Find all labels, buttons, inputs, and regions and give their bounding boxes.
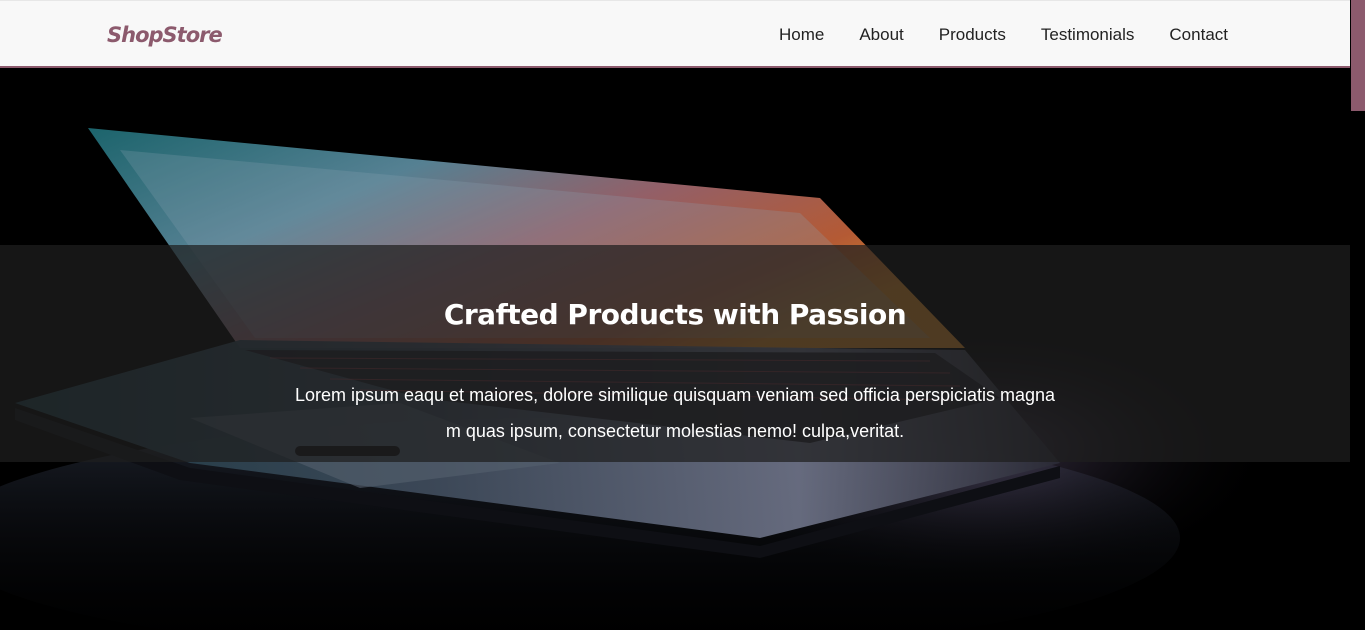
brand-logo[interactable]: ShopStore — [107, 23, 223, 47]
nav-item-home[interactable]: Home — [779, 25, 824, 45]
nav-item-products[interactable]: Products — [939, 25, 1006, 45]
navbar: ShopStore Home About Products Testimonia… — [0, 0, 1350, 68]
scrollbar[interactable] — [1350, 0, 1365, 630]
main-nav: Home About Products Testimonials Contact — [744, 1, 1228, 69]
scrollbar-thumb[interactable] — [1351, 0, 1365, 111]
hero-description: Lorem ipsum eaqu et maiores, dolore simi… — [294, 385, 1056, 441]
nav-item-contact[interactable]: Contact — [1169, 25, 1228, 45]
nav-item-testimonials[interactable]: Testimonials — [1041, 25, 1135, 45]
nav-item-about[interactable]: About — [859, 25, 903, 45]
hero-title: Crafted Products with Passion — [443, 298, 907, 331]
